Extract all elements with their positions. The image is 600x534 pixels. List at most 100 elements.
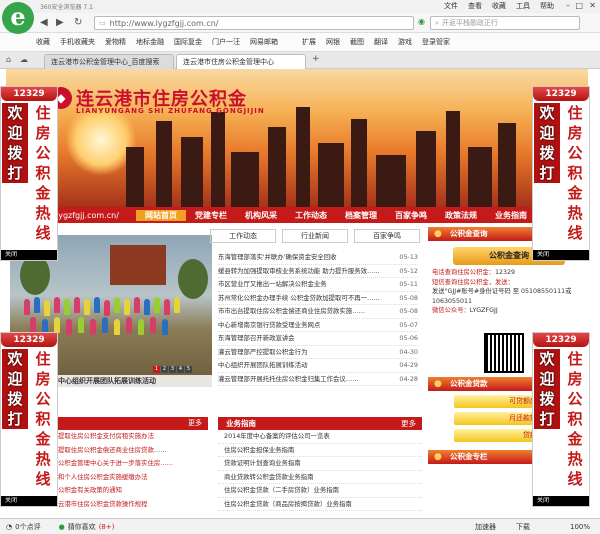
address-bar[interactable]: ▭ http://www.lygzfgjj.com.cn/ [94, 16, 414, 30]
download-button[interactable]: 下载 [516, 522, 530, 532]
list-item[interactable]: 住房公积金担保业务指南 [218, 444, 422, 457]
ad-close-button[interactable]: 关闭 [1, 250, 57, 260]
list-item[interactable]: 灌云管理部开展托托住房公积金归集工作会议…… 04-28 [218, 373, 418, 386]
list-item[interactable]: 市区营业厅又推出一站解决公积金业务 05-11 [218, 278, 418, 292]
fav-item[interactable]: 门户一汪 [212, 37, 240, 47]
tab-industry-news[interactable]: 行业新闻 [282, 229, 348, 243]
screenshot-button[interactable]: 截图 [350, 37, 364, 47]
bank-button[interactable]: 网银 [326, 37, 340, 47]
list-item[interactable]: 住房公积金贷款（二手房贷款）业务指南 [218, 484, 422, 498]
ad-char: 热 [30, 203, 56, 223]
slide-dot[interactable]: 4 [177, 366, 184, 373]
ad-char: 公 [562, 389, 588, 409]
zoom-level[interactable]: 100% [570, 523, 590, 531]
translate-button[interactable]: 翻译 [374, 37, 388, 47]
ad-char: 迎 [2, 369, 28, 389]
list-item[interactable]: 公积金有关政策的通知 [58, 484, 208, 498]
list-item[interactable]: 贷款证明计划查询业务指南 [218, 457, 422, 471]
nav-party[interactable]: 党建专栏 [186, 210, 236, 221]
tab-work-news[interactable]: 工作动态 [210, 229, 276, 243]
tab-site[interactable]: 连云港市住房公积金管理中心 [176, 54, 306, 69]
home-icon[interactable]: ⌂ [6, 55, 11, 64]
ad-char: 打 [534, 163, 560, 183]
nav-policy[interactable]: 政策法规 [436, 210, 486, 221]
person [104, 300, 110, 316]
list-item[interactable]: 市市出台提取住房公积金偿还商业住房贷款实施…… 05-08 [218, 305, 418, 319]
comment-count[interactable]: 0个点评 [15, 522, 40, 532]
list-item[interactable]: 提取住房公积金偿还商业住房贷款…… [58, 444, 208, 458]
hotline-ad-top-right[interactable]: 12329 欢迎拨打 住房公积金热线 关闭 [532, 86, 590, 261]
nav-home[interactable]: 网站首页 [136, 209, 186, 221]
new-tab-icon[interactable]: + [312, 54, 320, 64]
list-item[interactable]: 东海管理部召开新政宣讲会 05-06 [218, 332, 418, 346]
ad-char: 打 [2, 409, 28, 429]
menu-tools[interactable]: 工具 [516, 1, 530, 11]
fav-item[interactable]: 手机收藏夹 [60, 37, 95, 47]
tab-forum-news[interactable]: 百家争鸣 [354, 229, 420, 243]
slide-dot[interactable]: 5 [185, 366, 192, 373]
nav-archive[interactable]: 档案管理 [336, 210, 386, 221]
list-item[interactable]: 苏州常化公积金办理手续 公积金贷款加提取可不再一…… 05-08 [218, 292, 418, 305]
person [162, 319, 168, 335]
recommend-text[interactable]: 猜你喜欢 [68, 522, 96, 532]
ad-close-button[interactable]: 关闭 [533, 496, 589, 506]
tab-baidu[interactable]: 连云港市公积金管理中心_百度搜索 [44, 54, 174, 69]
slide-dot[interactable]: 3 [169, 366, 176, 373]
slide-dot[interactable]: 1 [153, 366, 160, 373]
news-title: 灌云管理部严控提取公积金行为 [218, 347, 308, 356]
ext-button[interactable]: 扩展 [302, 37, 316, 47]
news-date: 05-06 [399, 334, 418, 342]
fav-item[interactable]: 地标金融 [136, 37, 164, 47]
minimize-icon[interactable]: – [566, 1, 570, 10]
list-item[interactable]: 缓县转为加强提取审核业务系统功能 助力提升服务效…… 05-12 [218, 265, 418, 278]
hotline-ad-bottom-left[interactable]: 12329 欢迎拨打 住房公积金热线 关闭 [0, 332, 58, 507]
back-icon[interactable]: ◀ [40, 17, 48, 28]
hotline-number: 12329 [1, 333, 57, 347]
ad-char: 线 [562, 469, 588, 489]
ad-close-button[interactable]: 关闭 [533, 250, 589, 260]
fav-item[interactable]: 国际复金 [174, 37, 202, 47]
accelerator-button[interactable]: 加速器 [475, 522, 496, 532]
hotline-ad-bottom-right[interactable]: 12329 欢迎拨打 住房公积金热线 关闭 [532, 332, 590, 507]
refresh-icon[interactable]: ↻ [74, 17, 82, 28]
fav-item[interactable]: 收藏 [36, 37, 50, 47]
list-item[interactable]: 云港市住房公积金贷款操作规程 [58, 498, 208, 512]
nav-forum[interactable]: 百家争鸣 [386, 210, 436, 221]
list-item[interactable]: 中心新增南京银行贷款受理业务网点 05-07 [218, 319, 418, 332]
hotline-ad-top-left[interactable]: 12329 欢迎拨打 住房公积金热线 关闭 [0, 86, 58, 261]
menu-file[interactable]: 文件 [444, 1, 458, 11]
list-item[interactable]: 和个人住房公积金实施缓缴办法 [58, 471, 208, 485]
close-icon[interactable]: ✕ [589, 1, 596, 10]
nav-news[interactable]: 工作动态 [286, 210, 336, 221]
engine-icon[interactable]: ◉ [418, 17, 425, 26]
menu-help[interactable]: 帮助 [540, 1, 554, 11]
fav-item[interactable]: 网易邮箱 [250, 37, 278, 47]
guide-title: 业务指南 [226, 419, 256, 428]
list-item[interactable]: 中心组织开展团队拓展训练活动 04-29 [218, 359, 418, 373]
menu-favorites[interactable]: 收藏 [492, 1, 506, 11]
nav-org[interactable]: 机构风采 [236, 210, 286, 221]
person [84, 299, 90, 315]
slide-dot[interactable]: 2 [161, 366, 168, 373]
list-item[interactable]: 公积金管理中心关于进一步落实住房…… [58, 457, 208, 471]
ad-close-button[interactable]: 关闭 [1, 496, 57, 506]
list-item[interactable]: 东海管理部落实'并联办'确保资金安全回收 05-13 [218, 251, 418, 265]
fav-item[interactable]: 爱物精 [105, 37, 126, 47]
search-input[interactable]: ⌕ 开返平栈歌政正行 [430, 16, 580, 30]
nav-guide[interactable]: 业务指南 [486, 210, 536, 221]
list-item[interactable]: 住房公积金贷款（商品房按揭贷款）业务指南 [218, 498, 422, 511]
forward-icon[interactable]: ▶ [56, 17, 64, 28]
menu-view[interactable]: 查看 [468, 1, 482, 11]
list-item[interactable]: 提取住房公积金支付房租实施办法 [58, 430, 208, 444]
login-button[interactable]: 登录管家 [422, 37, 450, 47]
cloud-icon[interactable]: ☁ [20, 55, 28, 64]
news-date: 04-28 [399, 374, 418, 383]
person [126, 317, 132, 333]
list-item[interactable]: 灌云管理部严控提取公积金行为 04-30 [218, 346, 418, 359]
games-button[interactable]: 游戏 [398, 37, 412, 47]
guide-more[interactable]: 更多 [401, 417, 416, 430]
notice-more[interactable]: 更多 [58, 417, 208, 430]
maximize-icon[interactable]: □ [575, 1, 583, 10]
list-item[interactable]: 商业贷款转公积金贷款业务指南 [218, 471, 422, 484]
list-item[interactable]: 2014年度中心备案的评估公司一览表 [218, 430, 422, 444]
